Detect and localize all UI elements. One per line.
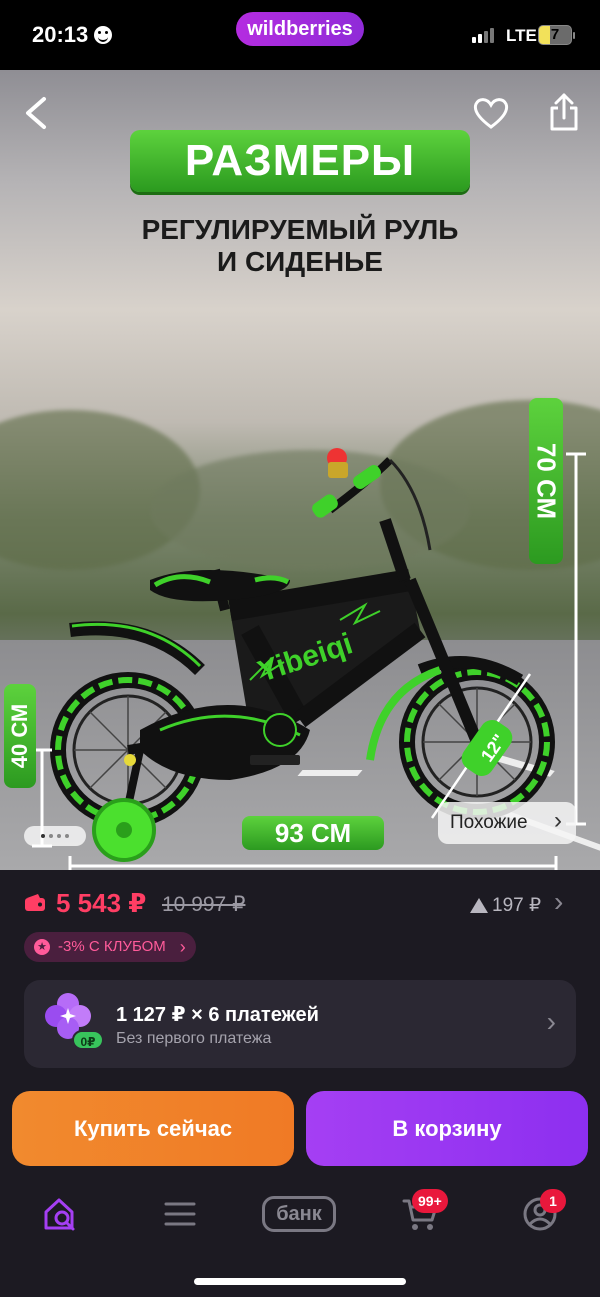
old-price: 10 997 ₽ — [162, 893, 246, 916]
zero-fee-badge: 0₽ — [72, 1030, 104, 1050]
home-search-icon[interactable] — [42, 1196, 80, 1232]
wallet-icon — [25, 894, 45, 911]
product-image-gallery[interactable]: Yibeiqi 12" РАЗМЕРЫ РЕГУЛИРУЕМЫЙ РУЛЬ И … — [0, 70, 600, 870]
gallery-pagination[interactable] — [24, 826, 86, 846]
size-subtitle: РЕГУЛИРУЕМЫЙ РУЛЬ И СИДЕНЬЕ — [141, 214, 459, 277]
status-time: 20:13 — [32, 22, 113, 48]
add-to-cart-button[interactable]: В корзину — [306, 1091, 588, 1166]
installment-card[interactable]: 0₽ 1 127 ₽ × 6 платежей Без первого плат… — [24, 980, 576, 1068]
battery-icon: 7 — [538, 25, 575, 45]
chevron-right-icon: › — [546, 1006, 556, 1037]
height-dimension-label: 70 СМ — [529, 398, 563, 564]
status-bar: 20:13 wildberries LTE 7 — [0, 0, 600, 70]
home-indicator — [194, 1278, 406, 1285]
brand-logo[interactable]: wildberries — [236, 12, 364, 46]
chevron-right-icon[interactable]: › — [554, 886, 563, 918]
network-type: LTE — [506, 26, 537, 45]
seat-dimension-label: 40 СМ — [4, 684, 36, 788]
installment-subtitle: Без первого платежа — [116, 1030, 272, 1047]
star-icon: ★ — [34, 939, 50, 955]
chevron-right-icon: › — [179, 937, 186, 957]
similar-button[interactable]: Похожие — [438, 800, 576, 844]
current-price: 5 543 ₽ — [56, 888, 147, 918]
smiley-icon — [94, 26, 113, 44]
cart-count-badge: 99+ — [412, 1189, 448, 1213]
back-icon[interactable] — [22, 95, 50, 131]
heart-icon[interactable] — [472, 96, 510, 130]
price-row[interactable]: 5 543 ₽ 10 997 ₽ 197 ₽ › — [0, 882, 600, 926]
share-icon[interactable] — [546, 92, 582, 132]
price-drop[interactable]: 197 ₽ — [470, 894, 541, 917]
profile-notification-badge: 1 — [540, 1189, 566, 1213]
size-title: РАЗМЕРЫ — [130, 130, 470, 192]
club-discount-badge[interactable]: ★ -3% С КЛУБОМ › — [24, 932, 196, 962]
catalog-menu-icon[interactable] — [164, 1200, 196, 1228]
buy-now-button[interactable]: Купить сейчас — [12, 1091, 294, 1166]
triangle-up-icon — [470, 898, 488, 913]
length-dimension-label: 93 СМ — [242, 816, 384, 850]
signal-icon — [472, 28, 494, 43]
installment-title: 1 127 ₽ × 6 платежей — [116, 1004, 319, 1026]
bank-tab[interactable]: банк — [262, 1196, 336, 1232]
